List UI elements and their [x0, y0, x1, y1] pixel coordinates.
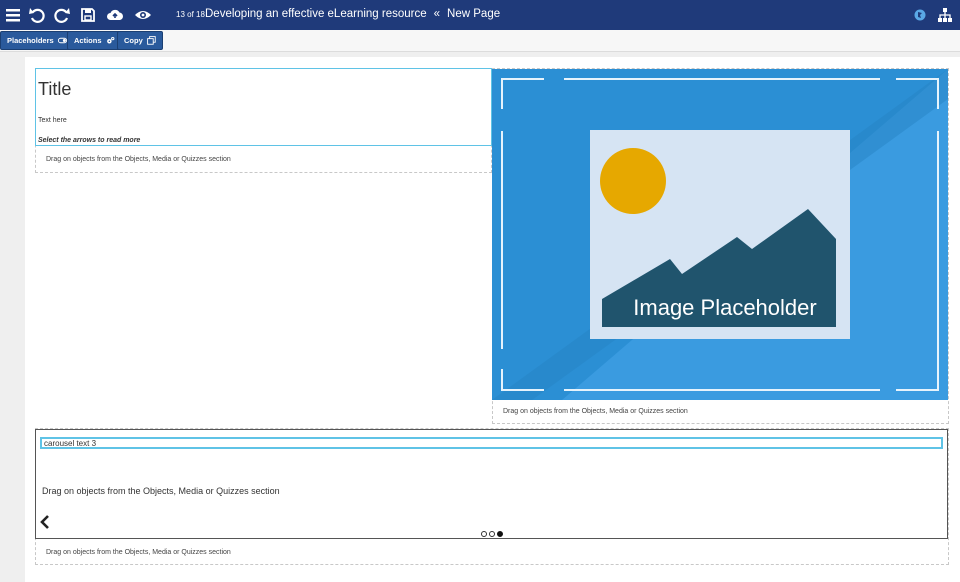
content-text[interactable]: Text here	[38, 117, 67, 124]
carousel-text-input[interactable]: carousel text 3	[40, 437, 943, 449]
drop-hint-right: Drag on objects from the Objects, Media …	[503, 408, 688, 415]
drop-hint-left: Drag on objects from the Objects, Media …	[46, 156, 231, 163]
carousel-drop-hint: Drag on objects from the Objects, Media …	[42, 486, 280, 496]
toggle-icon	[57, 37, 67, 44]
page-count: 13 of 18	[176, 10, 205, 19]
copy-icon	[146, 36, 156, 45]
globe-icon[interactable]	[911, 6, 929, 24]
undo-icon[interactable]	[28, 6, 46, 24]
gears-icon	[106, 36, 114, 44]
text-block[interactable]: Title Text here Select the arrows to rea…	[35, 68, 492, 146]
drop-hint-bottom: Drag on objects from the Objects, Media …	[46, 549, 231, 556]
redo-icon[interactable]	[53, 6, 71, 24]
placeholders-button[interactable]: Placeholders	[0, 31, 74, 50]
toolbar: Placeholders Actions Copy	[0, 30, 960, 52]
course-title: Developing an effective eLearning resour…	[205, 8, 427, 20]
cloud-upload-icon[interactable]	[106, 6, 124, 24]
save-icon[interactable]	[79, 6, 97, 24]
actions-label: Actions	[74, 36, 102, 45]
eye-icon[interactable]	[134, 6, 152, 24]
top-bar: 13 of 18 Developing an effective eLearni…	[0, 0, 960, 30]
carousel-dot-3[interactable]	[497, 531, 503, 537]
instruction-text[interactable]: Select the arrows to read more	[38, 137, 140, 144]
carousel[interactable]: carousel text 3 Drag on objects from the…	[35, 429, 948, 539]
placeholders-label: Placeholders	[7, 36, 54, 45]
menu-icon[interactable]	[4, 6, 22, 24]
content-title[interactable]: Title	[38, 79, 71, 100]
image-placeholder[interactable]: Image Placeholder	[492, 69, 948, 400]
page-name[interactable]: New Page	[447, 8, 500, 20]
carousel-dot-2[interactable]	[489, 531, 495, 537]
copy-label: Copy	[124, 36, 143, 45]
image-placeholder-label: Image Placeholder	[633, 295, 816, 320]
sitemap-icon[interactable]	[936, 6, 954, 24]
copy-button[interactable]: Copy	[117, 31, 163, 50]
page-title: Developing an effective eLearning resour…	[205, 8, 500, 20]
page-canvas: Title Text here Select the arrows to rea…	[25, 57, 960, 582]
carousel-dot-1[interactable]	[481, 531, 487, 537]
actions-button[interactable]: Actions	[67, 31, 122, 50]
chevron-left-icon[interactable]	[39, 514, 51, 530]
breadcrumb-separator: «	[433, 8, 441, 20]
